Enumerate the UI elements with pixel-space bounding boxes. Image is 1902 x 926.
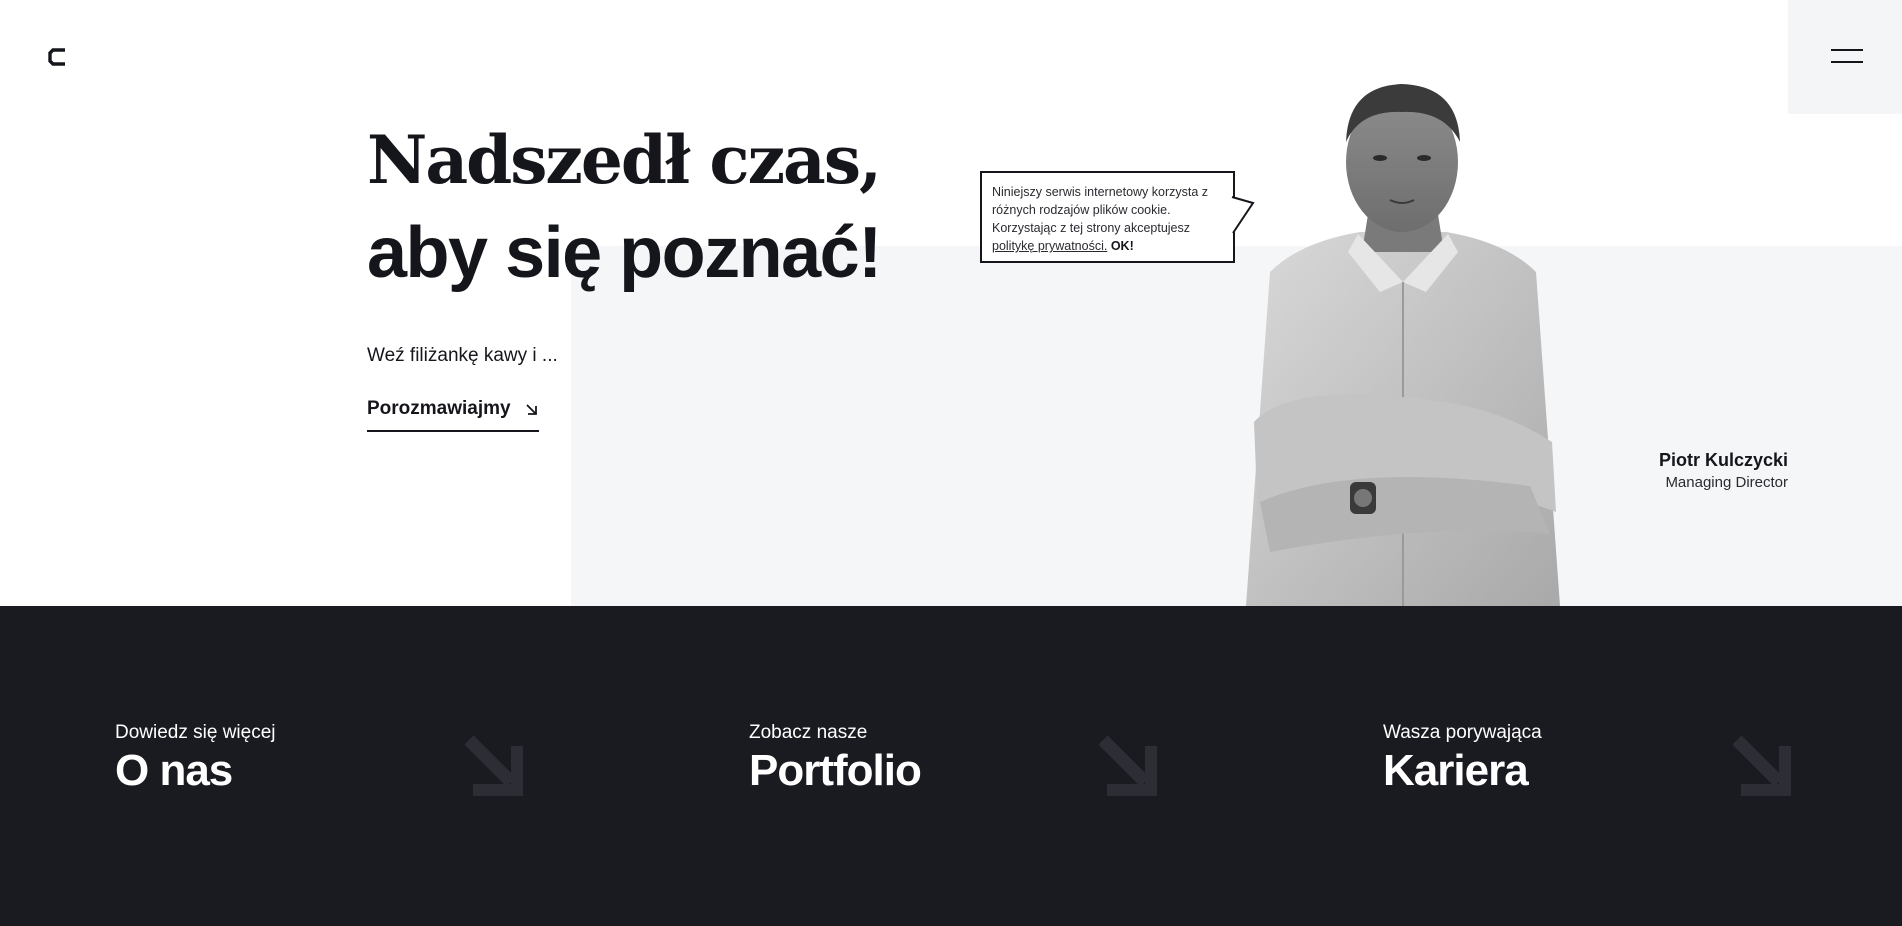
hero-section: Nadszedł czas, aby się poznać! Weź filiż… <box>0 0 1902 606</box>
arrow-down-right-icon <box>1099 735 1157 796</box>
headline-line-2: aby się poznać! <box>367 213 882 293</box>
cookie-notice: Niniejszy serwis internetowy korzysta z … <box>980 171 1235 263</box>
menu-button[interactable] <box>1788 0 1902 114</box>
contact-cta-link[interactable]: Porozmawiajmy <box>367 398 539 432</box>
arrow-down-right-icon <box>526 404 537 415</box>
card-pretitle: Dowiedz się więcej <box>115 722 276 743</box>
headline-line-1: Nadszedł czas, <box>367 121 882 199</box>
hamburger-menu-icon <box>1831 49 1863 51</box>
privacy-policy-link[interactable]: politykę prywatności. <box>992 239 1107 253</box>
card-portfolio[interactable]: Zobacz nasze Portfolio <box>749 722 1163 822</box>
card-pretitle: Zobacz nasze <box>749 722 868 743</box>
c-logo-icon[interactable] <box>47 46 69 68</box>
card-title: Kariera <box>1383 746 1529 795</box>
arrow-down-right-icon <box>1733 735 1791 796</box>
cookie-text: Niniejszy serwis internetowy korzysta z … <box>992 185 1209 235</box>
card-title: O nas <box>115 746 233 795</box>
hamburger-menu-icon-line <box>1831 61 1863 63</box>
card-title: Portfolio <box>749 746 922 795</box>
speech-bubble-tail <box>1231 196 1255 234</box>
cookie-accept-button[interactable]: OK! <box>1111 239 1134 253</box>
person-portrait <box>1246 84 1560 606</box>
person-role: Managing Director <box>1665 474 1788 491</box>
card-pretitle: Wasza porywająca <box>1383 722 1542 743</box>
arrow-down-right-icon <box>465 735 523 796</box>
card-about-us[interactable]: Dowiedz się więcej O nas <box>115 722 529 822</box>
hero-subtext: Weź filiżankę kawy i ... <box>367 345 558 366</box>
card-career[interactable]: Wasza porywająca Kariera <box>1383 722 1797 822</box>
navigation-cards-section: Dowiedz się więcej O nas Zobacz nasze Po… <box>0 606 1902 926</box>
cta-label: Porozmawiajmy <box>367 398 511 419</box>
person-name: Piotr Kulczycki <box>1658 450 1788 470</box>
